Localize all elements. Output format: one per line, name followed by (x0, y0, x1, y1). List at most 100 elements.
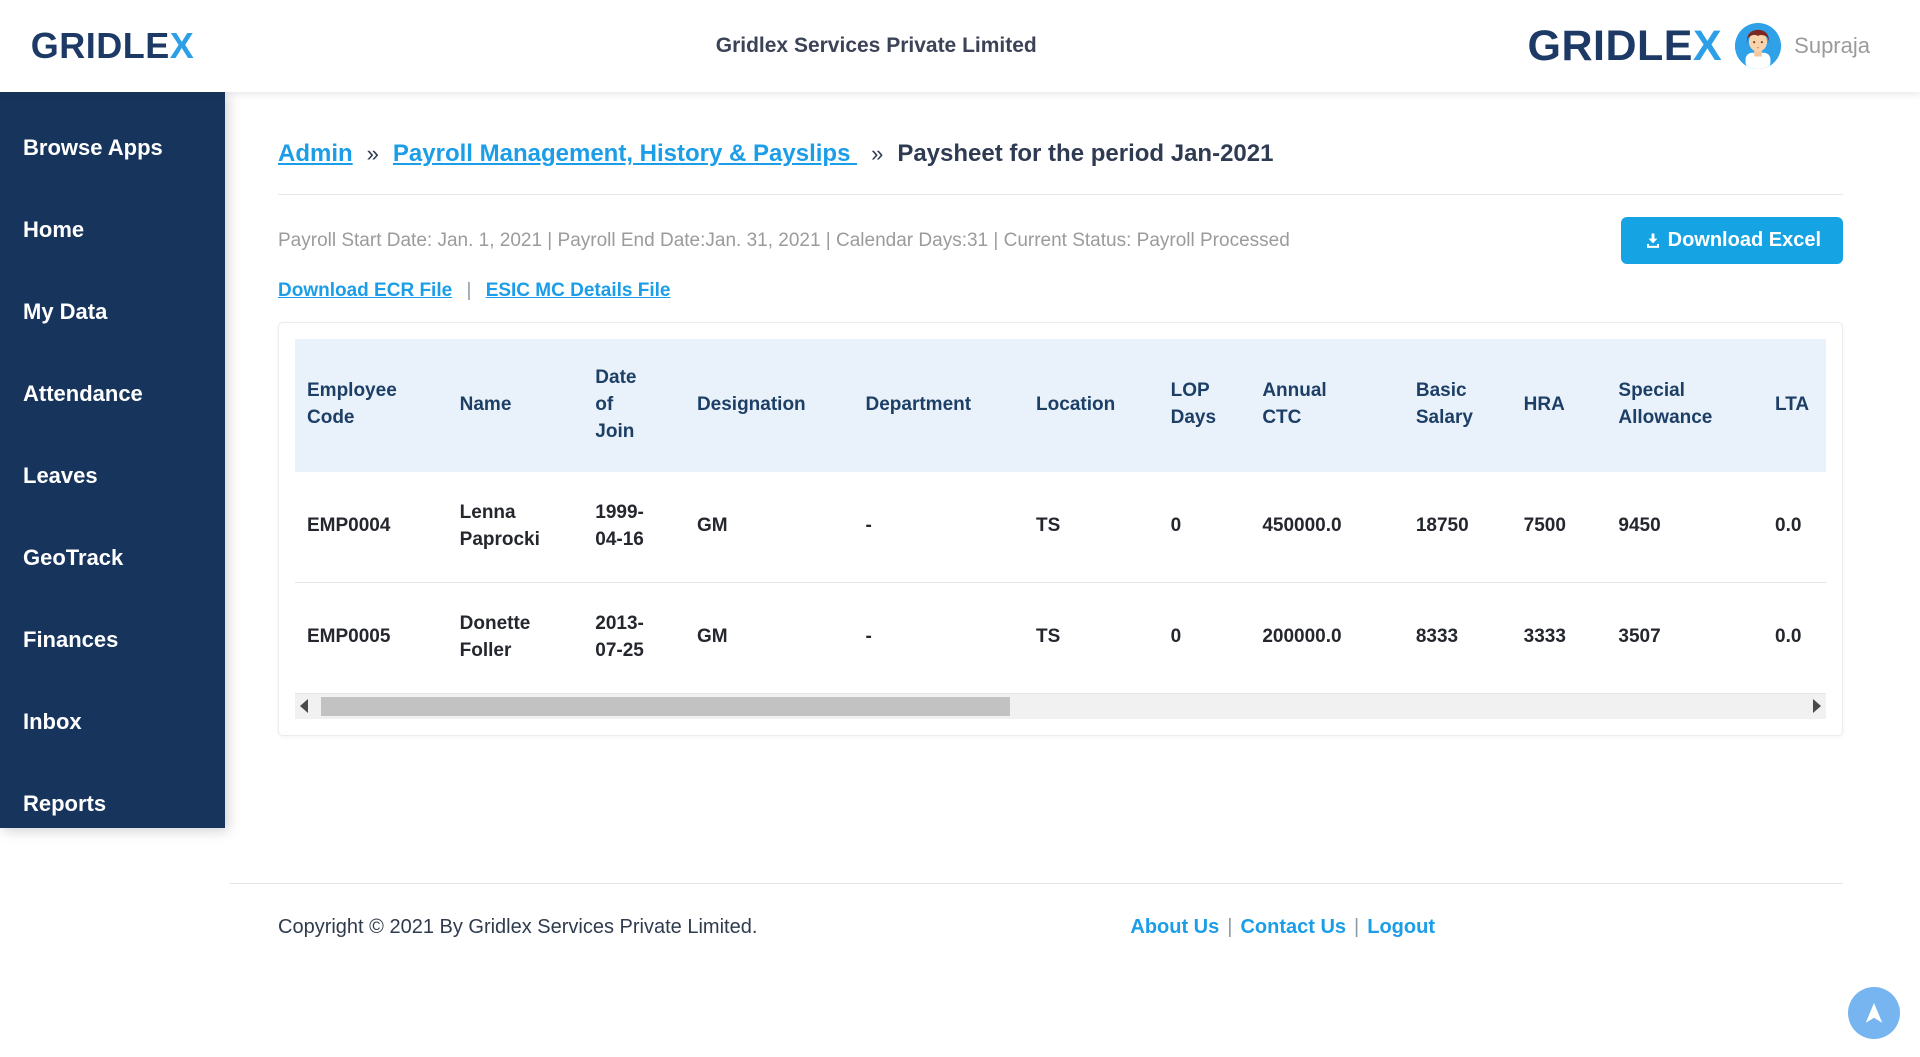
breadcrumb-separator-icon: » (366, 141, 379, 166)
summary-row: Payroll Start Date: Jan. 1, 2021 | Payro… (278, 217, 1843, 264)
column-header-designation: Designation (684, 339, 854, 472)
scroll-top-button[interactable] (1848, 987, 1900, 1039)
column-header-employee-code: Employee Code (295, 339, 448, 472)
column-header-hra: HRA (1511, 339, 1607, 472)
table-cell: TS (1024, 582, 1159, 694)
table-cell-value: 7500 (1523, 515, 1566, 537)
esic-mc-details-file-link[interactable]: ESIC MC Details File (486, 280, 671, 301)
sidebar-item-home[interactable]: Home (23, 216, 225, 243)
table-cell: 0 (1158, 471, 1251, 583)
table-cell-value: - (865, 626, 872, 648)
column-header-department: Department (853, 339, 1025, 472)
scrollbar-thumb[interactable] (321, 696, 1010, 716)
footer: Copyright © 2021 By Gridlex Services Pri… (230, 882, 1843, 939)
file-links-separator: | (466, 280, 472, 301)
scroll-left-arrow-icon[interactable] (300, 699, 308, 714)
table-cell-value: 18750 (1415, 515, 1469, 537)
table-cell-value: 0 (1170, 515, 1182, 537)
sidebar-item-inbox[interactable]: Inbox (23, 708, 225, 735)
table-cell-value: Donette Foller (459, 612, 531, 661)
table-cell-value: GM (696, 626, 728, 648)
footer-links-separator: | (1354, 915, 1360, 938)
column-header-annual-ctc: Annual CTC (1250, 339, 1404, 472)
file-links: Download ECR File | ESIC MC Details File (278, 280, 1843, 302)
table-cell-value: 9450 (1618, 515, 1661, 537)
table-cell: 9450 (1606, 471, 1764, 583)
column-header-label: Name (459, 393, 512, 415)
footer-links-separator: | (1227, 915, 1233, 938)
column-header-label: Basic Salary (1415, 380, 1473, 429)
footer-links: About Us | Contact Us | Logout (1130, 916, 1435, 939)
table-cell: - (853, 582, 1025, 694)
table-cell: 0 (1158, 582, 1251, 694)
column-header-special-allowance: Special Allowance (1606, 339, 1764, 472)
breadcrumb-separator-icon: » (871, 141, 884, 166)
column-header-label: Designation (696, 393, 806, 415)
sidebar-item-label: GeoTrack (23, 545, 124, 570)
table-cell-value: 0.0 (1775, 515, 1802, 537)
download-ecr-file-link[interactable]: Download ECR File (278, 280, 452, 301)
column-header-label: Department (865, 393, 972, 415)
table-cell: 1999-04-16 (583, 471, 685, 583)
avatar-woman-icon (1735, 23, 1782, 69)
sidebar-item-label: Leaves (23, 463, 98, 488)
table-cell: GM (684, 582, 854, 694)
sidebar-item-label: Home (23, 217, 85, 242)
breadcrumb: Admin » Payroll Management, History & Pa… (278, 140, 1843, 168)
breadcrumb-link-payroll-management[interactable]: Payroll Management, History & Payslips (393, 140, 857, 168)
sidebar-item-reports[interactable]: Reports (23, 790, 225, 817)
sidebar-item-my-data[interactable]: My Data (23, 298, 225, 325)
sidebar-item-label: Browse Apps (23, 135, 163, 160)
footer-link-about-us[interactable]: About Us (1130, 916, 1219, 938)
column-header-label: Employee Code (307, 380, 397, 429)
sidebar-item-label: Finances (23, 627, 119, 652)
user-avatar[interactable] (1735, 23, 1782, 69)
table-cell-value: - (865, 515, 872, 537)
divider (278, 194, 1843, 195)
table-cell-value: 1999-04-16 (595, 501, 644, 550)
table-cell-value: GM (696, 515, 728, 537)
column-header-label: Special Allowance (1618, 380, 1713, 429)
footer-link-logout[interactable]: Logout (1367, 916, 1435, 938)
table-cell: Donette Foller (447, 582, 584, 694)
table-cell-value: EMP0004 (307, 515, 391, 537)
table-cell: 200000.0 (1250, 582, 1404, 694)
breadcrumb-link-admin[interactable]: Admin (278, 140, 353, 168)
column-header-label: HRA (1523, 393, 1565, 415)
table-cell-value: 200000.0 (1262, 626, 1342, 648)
sidebar-item-leaves[interactable]: Leaves (23, 462, 225, 489)
payroll-info-line: Payroll Start Date: Jan. 1, 2021 | Payro… (278, 229, 1290, 251)
column-header-label: Annual CTC (1262, 380, 1327, 429)
breadcrumb-current: Paysheet for the period Jan-2021 (897, 140, 1274, 167)
table-cell: Lenna Paprocki (447, 471, 584, 583)
table-cell: 0.0 (1763, 471, 1826, 583)
sidebar-item-geotrack[interactable]: GeoTrack (23, 544, 225, 571)
sidebar-item-attendance[interactable]: Attendance (23, 380, 225, 407)
sidebar-item-browse-apps[interactable]: Browse Apps (23, 134, 225, 161)
column-header-label: Date of Join (595, 367, 637, 442)
sidebar-logo[interactable]: GRIDLEX (0, 0, 225, 92)
download-excel-button[interactable]: Download Excel (1620, 217, 1843, 264)
table-cell-value: 3333 (1523, 626, 1566, 648)
horizontal-scrollbar[interactable] (295, 693, 1826, 719)
sidebar-item-label: Reports (23, 791, 107, 816)
column-header-lta: LTA (1763, 339, 1826, 472)
paysheet-table-card: Employee Code Name Date of Join Designation… (278, 322, 1843, 736)
up-arrow-icon (1865, 1003, 1883, 1023)
sidebar-item-finances[interactable]: Finances (23, 626, 225, 653)
column-header-label: LOP Days (1170, 380, 1217, 429)
table-cell: TS (1024, 471, 1159, 583)
table-row: EMP0005 Donette Foller 2013-07-25 GM - TS 0 200… (295, 582, 1826, 694)
table-cell-value: 8333 (1415, 626, 1459, 648)
table-cell: 2013-07-25 (583, 582, 685, 694)
table-cell: EMP0005 (295, 582, 448, 694)
column-header-label: LTA (1775, 393, 1810, 415)
column-header-basic-salary: Basic Salary (1403, 339, 1512, 472)
scroll-right-arrow-icon[interactable] (1813, 699, 1821, 714)
table-cell-value: 3507 (1618, 626, 1661, 648)
column-header-location: Location (1024, 339, 1159, 472)
user-name: Supraja (1794, 33, 1870, 58)
table-cell: GM (684, 471, 854, 583)
header-right: GRIDLEX Supraja (1528, 22, 1920, 71)
footer-link-contact-us[interactable]: Contact Us (1240, 916, 1346, 938)
